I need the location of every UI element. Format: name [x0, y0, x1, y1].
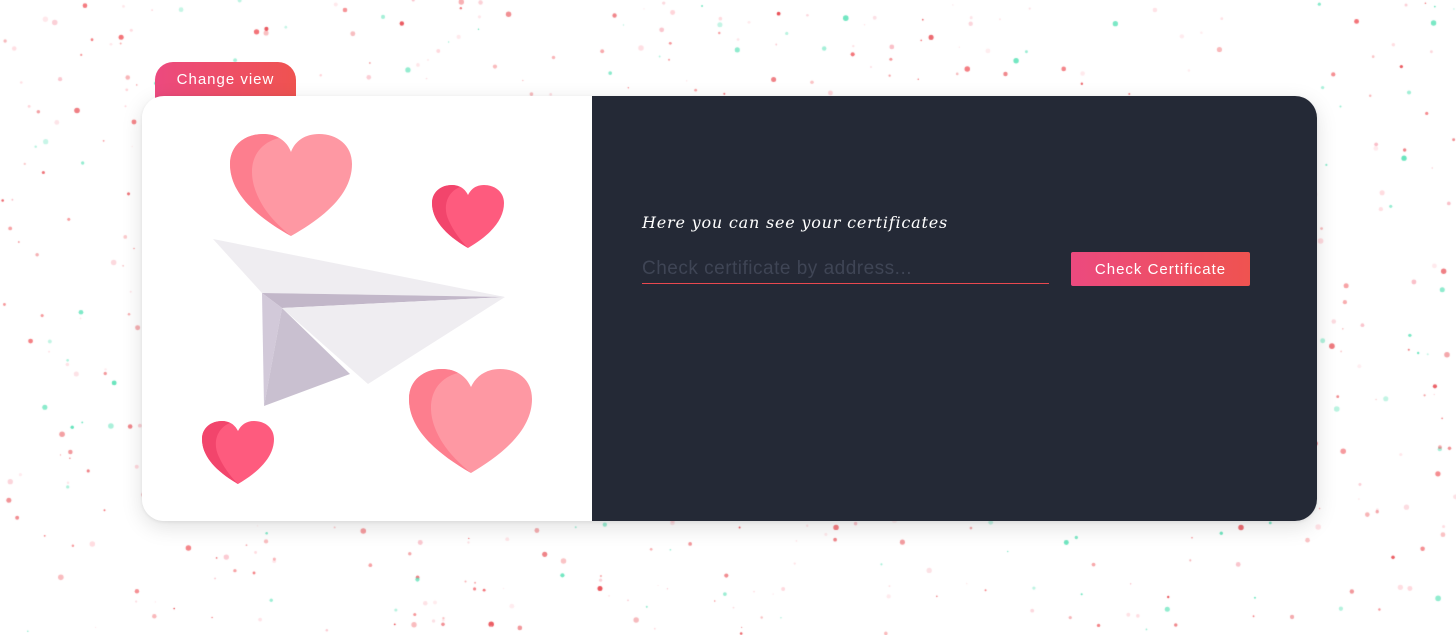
- heart-icon: [409, 369, 532, 473]
- illustration-panel: [142, 96, 592, 521]
- page: Change view Here you can see your certif…: [0, 0, 1456, 635]
- check-certificate-button[interactable]: Check Certificate: [1071, 252, 1250, 286]
- paper-plane-with-hearts-icon: [202, 134, 532, 484]
- heart-icon: [230, 134, 352, 236]
- certificate-panel: Here you can see your certificates Check…: [592, 96, 1317, 521]
- certificate-card: Here you can see your certificates Check…: [142, 96, 1317, 521]
- heart-icon: [202, 421, 274, 484]
- certificates-heading: Here you can see your certificates: [642, 213, 948, 232]
- heart-icon: [432, 185, 504, 248]
- certificate-address-input[interactable]: [642, 254, 1049, 284]
